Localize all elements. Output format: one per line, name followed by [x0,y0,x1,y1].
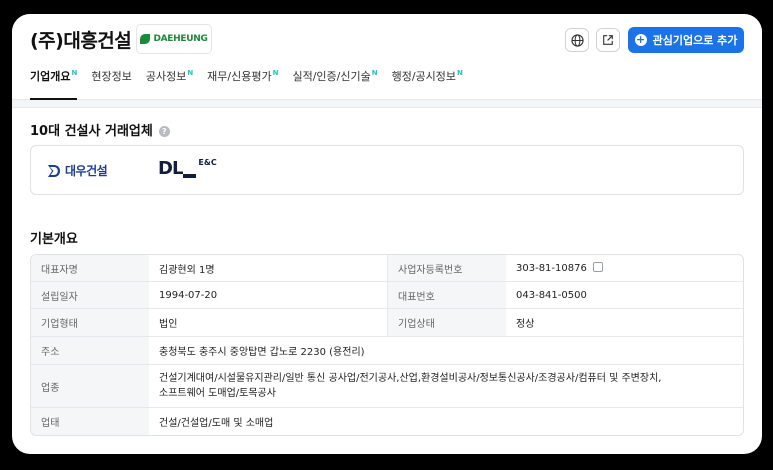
business-type-value: 건설/건설업/도매 및 소매업 [159,418,274,429]
tab-label: 행정/공시정보 [391,70,457,83]
tab-overview[interactable]: 기업개요N [30,64,78,100]
section-divider [12,100,762,108]
address-value: 충청북도 충주시 중앙탑면 갑노로 2230 (용전리) [149,337,743,365]
table-row: 업종 건설기계대여/시설물유지관리/일반 통신 공사업/전기공사,산업,환경설비… [31,365,743,408]
address-label: 주소 [31,337,149,365]
share-button[interactable] [596,28,620,52]
basic-info-table: 대표자명 김광현외 1명 사업자등록번호 303-81-10876 설립일자 1… [30,254,744,436]
founded-label: 설립일자 [31,282,149,309]
industry-line: 소프트웨어 도매업/토목공사 [159,388,276,399]
basic-info-title: 기본개요 [30,232,78,247]
globe-icon [570,33,584,47]
partners-section-title: 10대 건설사 거래업체? [30,120,170,139]
industry-line: 건설기계대여/시설물유지관리/일반 통신 공사업/전기공사,산업,환경설비공사/… [159,373,662,384]
company-logo-text: DAEHEUNG [153,34,208,44]
tab-label: 공사정보 [145,70,187,83]
company-profile-window: (주)대흥건설 DAEHEUNG + 관심기업으로 추가 기업개요N 현장정보 [12,14,762,454]
table-row: 설립일자 1994-07-20 대표번호 043-841-0500 [31,282,743,309]
tab-admin-disclosure[interactable]: 행정/공시정보N [392,64,463,100]
tab-bar: 기업개요N 현장정보 공사정보N 재무/신용평가N 실적/인증/신기술N 행정/… [30,64,477,100]
phone-value: 043-841-0500 [506,282,743,309]
ceo-label: 대표자명 [31,255,149,282]
new-badge: N [187,69,194,77]
table-row: 업태 건설/건설업/도매 및 소매업 [31,408,743,435]
new-badge: N [371,69,378,77]
add-favorite-label: 관심기업으로 추가 [652,34,738,47]
company-type-label: 기업형태 [31,309,149,337]
new-badge: N [457,69,463,77]
plus-circle-icon: + [634,33,647,46]
industry-value: 건설기계대여/시설물유지관리/일반 통신 공사업/전기공사,산업,환경설비공사/… [149,365,743,408]
website-button[interactable] [565,28,589,52]
tab-site-info[interactable]: 현장정보 [91,64,131,100]
help-icon[interactable]: ? [158,126,170,137]
add-favorite-company-button[interactable]: + 관심기업으로 추가 [628,27,744,53]
industry-label: 업종 [31,365,149,408]
new-badge: N [272,69,279,77]
partner-name: 대우건설 [65,164,108,178]
company-status-label: 기업상태 [387,309,506,337]
business-number-cell: 303-81-10876 [506,255,743,282]
partner-dl-enc[interactable]: DL E&C [158,158,217,179]
business-number-label: 사업자등록번호 [387,255,506,282]
daewoo-logo-icon [48,164,60,177]
partners-title-text: 10대 건설사 거래업체 [30,124,153,139]
tab-label: 현장정보 [91,70,132,83]
partner-name: DL [158,158,183,179]
company-logo: DAEHEUNG [136,24,212,54]
company-type-value: 법인 [149,309,387,337]
external-link-icon [603,35,613,45]
copy-icon[interactable] [592,262,603,272]
tab-label: 실적/인증/신기술 [292,70,371,83]
leaf-logo-icon [140,34,151,44]
company-header: (주)대흥건설 DAEHEUNG + 관심기업으로 추가 기업개요N 현장정보 [12,14,762,100]
ceo-value: 김광현외 1명 [149,255,387,282]
founded-value: 1994-07-20 [149,282,387,309]
table-row: 대표자명 김광현외 1명 사업자등록번호 303-81-10876 [31,255,743,282]
partner-daewoo[interactable]: 대우건설 [47,162,108,179]
new-badge: N [71,69,78,77]
tab-performance-certification[interactable]: 실적/인증/신기술N [292,64,377,100]
business-number-value: 303-81-10876 [516,263,587,274]
phone-label: 대표번호 [387,282,506,309]
table-row: 기업형태 법인 기업상태 정상 [31,309,743,337]
table-row: 주소 충청북도 충주시 중앙탑면 갑노로 2230 (용전리) [31,337,743,365]
tab-label: 재무/신용평가 [207,70,272,83]
tab-label: 기업개요 [30,70,71,83]
dl-bar-mark [183,173,197,178]
business-type-label: 업태 [31,408,149,435]
tab-construction-info[interactable]: 공사정보N [146,64,193,100]
company-status-value: 정상 [506,309,743,337]
tab-finance-credit[interactable]: 재무/신용평가N [207,64,278,100]
partners-list: 대우건설 DL E&C [30,145,744,195]
partner-suffix: E&C [198,158,217,167]
company-name: (주)대흥건설 [30,30,132,52]
